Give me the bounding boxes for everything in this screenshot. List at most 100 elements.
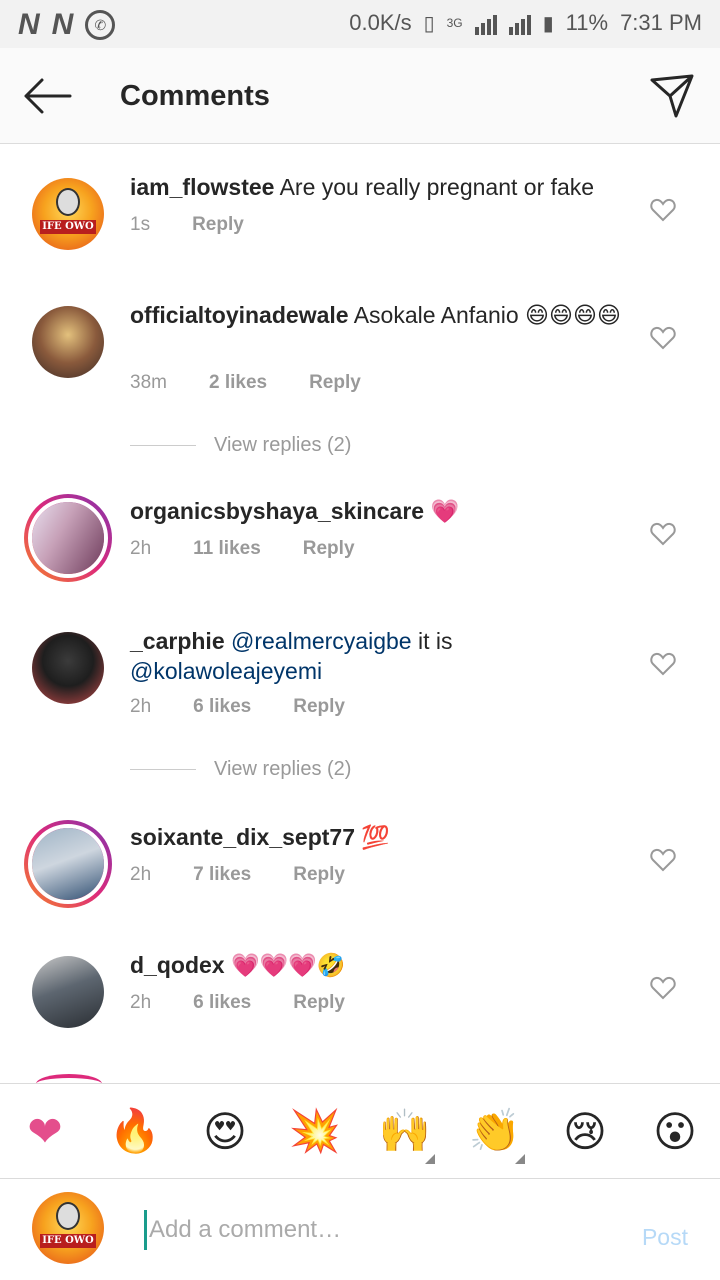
view-replies-label: View replies (2) — [214, 434, 352, 456]
comment-body: _carphie @realmercyaigbe it is @kolawole… — [130, 626, 630, 686]
comment-username[interactable]: officialtoyinadewale — [130, 302, 349, 328]
avatar-image: IFE OWO — [32, 1192, 104, 1264]
back-arrow-icon[interactable] — [22, 76, 72, 116]
comment-body: officialtoyinadewale Asokale Anfanio 😄😄😄… — [130, 300, 630, 330]
mention-link-2[interactable]: @kolawoleajeyemi — [130, 658, 322, 684]
comment-username[interactable]: iam_flowstee — [130, 174, 274, 200]
comment-text: 💯 — [361, 824, 391, 850]
comment-time: 2h — [130, 992, 152, 1013]
comment-time: 2h — [130, 864, 152, 885]
header: Comments — [0, 48, 720, 144]
comment-likes[interactable]: 7 likes — [193, 864, 251, 886]
avatar[interactable] — [32, 632, 104, 704]
comment-time: 1s — [130, 214, 151, 235]
comment-username[interactable]: d_qodex — [130, 952, 225, 978]
signal-icon — [474, 11, 497, 35]
my-avatar: IFE OWO — [32, 1192, 104, 1264]
comment-username[interactable]: _carphie — [130, 628, 225, 654]
avatar-image — [32, 956, 104, 1028]
like-heart-icon[interactable] — [650, 652, 676, 676]
like-heart-icon[interactable] — [650, 848, 676, 872]
fire-emoji-button[interactable]: 🔥 — [103, 1107, 167, 1156]
like-heart-icon[interactable] — [650, 326, 676, 350]
comment-meta: 38m 2 likes Reply — [130, 372, 403, 394]
avatar[interactable] — [32, 306, 104, 378]
clap-emoji: 👏 — [468, 1106, 522, 1154]
battery-percent: 11% — [565, 10, 609, 35]
reply-button[interactable]: Reply — [293, 992, 345, 1014]
whatsapp-icon: ✆ — [85, 10, 116, 40]
notification-n-icon-2: N — [51, 8, 74, 41]
notification-n-icon: N — [18, 8, 40, 41]
replies-divider — [130, 769, 196, 770]
quick-reaction-bar: ❤ 🔥 😍 💥 🙌 👏 😢 😮 — [0, 1083, 720, 1179]
comment-composer: IFE OWO Post — [0, 1180, 720, 1280]
avatar-story-ring[interactable] — [24, 820, 112, 908]
reply-button[interactable]: Reply — [293, 864, 345, 886]
comment-likes[interactable]: 6 likes — [193, 992, 251, 1014]
avatar-image — [32, 632, 104, 704]
comment-text: Are you really pregnant or fake — [279, 174, 595, 200]
view-replies-button[interactable]: View replies (2) — [130, 434, 351, 457]
comment-meta: 2h 11 likes Reply — [130, 538, 397, 560]
avatar-image — [32, 828, 104, 900]
like-heart-icon[interactable] — [650, 522, 676, 546]
page-title: Comments — [120, 80, 270, 112]
comment-time: 2h — [130, 538, 152, 559]
crying-emoji-button[interactable]: 😢 — [553, 1107, 617, 1156]
comment-time: 38m — [130, 372, 167, 393]
comment-time: 2h — [130, 696, 152, 717]
net-speed: 0.0K/s — [349, 10, 412, 35]
raised-hands-emoji-button[interactable]: 🙌 — [373, 1106, 437, 1164]
post-button[interactable]: Post — [642, 1224, 688, 1251]
comment-likes[interactable]: 6 likes — [193, 696, 251, 718]
battery-icon: ▮ — [542, 12, 554, 35]
like-heart-icon[interactable] — [650, 198, 676, 222]
comment-body: d_qodex 💗💗💗🤣 — [130, 950, 630, 980]
status-right: 0.0K/s ▯ 3G ▮ 11% 7:31 PM — [349, 10, 702, 36]
avatar[interactable]: IFE OWO — [32, 178, 104, 250]
heart-eyes-emoji-button[interactable]: 😍 — [193, 1107, 257, 1156]
reply-button[interactable]: Reply — [303, 538, 355, 560]
comment-body: soixante_dix_sept77 💯 — [130, 822, 630, 852]
comment-meta: 2h 7 likes Reply — [130, 864, 387, 886]
replies-divider — [130, 445, 196, 446]
comment-text: it is — [411, 628, 453, 654]
heart-emoji-button[interactable]: ❤ — [13, 1107, 77, 1156]
comment-likes[interactable]: 2 likes — [209, 372, 267, 394]
avatar-image: IFE OWO — [32, 178, 104, 250]
status-bar: N N ✆ 0.0K/s ▯ 3G ▮ 11% 7:31 PM — [0, 0, 720, 48]
comment-meta: 2h 6 likes Reply — [130, 992, 387, 1014]
vibrate-icon: ▯ — [423, 12, 435, 35]
reply-button[interactable]: Reply — [192, 214, 244, 236]
comment-username[interactable]: soixante_dix_sept77 — [130, 824, 355, 850]
network-type: 3G — [446, 16, 463, 30]
like-heart-icon[interactable] — [650, 976, 676, 1000]
signal-icon-2 — [508, 11, 531, 35]
comment-text: 💗💗💗🤣 — [230, 952, 346, 978]
mention-link[interactable]: @realmercyaigbe — [231, 628, 412, 654]
raised-hands-emoji: 🙌 — [378, 1106, 432, 1154]
avatar[interactable] — [32, 956, 104, 1028]
comment-input[interactable] — [144, 1210, 604, 1250]
avatar-image — [32, 502, 104, 574]
view-replies-button[interactable]: View replies (2) — [130, 758, 351, 781]
comment-body: iam_flowstee Are you really pregnant or … — [130, 172, 630, 202]
skin-tone-indicator — [425, 1153, 435, 1164]
comment-username[interactable]: organicsbyshaya_skincare — [130, 498, 424, 524]
skin-tone-indicator — [515, 1153, 525, 1164]
view-replies-label: View replies (2) — [214, 758, 352, 780]
comment-meta: 1s Reply — [130, 214, 286, 236]
reply-button[interactable]: Reply — [293, 696, 345, 718]
status-left: N N ✆ — [18, 8, 116, 42]
clock: 7:31 PM — [620, 10, 702, 35]
comment-likes[interactable]: 11 likes — [193, 538, 261, 560]
avatar-story-ring[interactable] — [24, 494, 112, 582]
reply-button[interactable]: Reply — [309, 372, 361, 394]
comment-body: organicsbyshaya_skincare 💗 — [130, 496, 630, 526]
clap-emoji-button[interactable]: 👏 — [463, 1106, 527, 1164]
collision-emoji-button[interactable]: 💥 — [283, 1107, 347, 1156]
direct-send-icon[interactable] — [648, 72, 696, 120]
comment-text: 💗 — [430, 498, 460, 524]
surprised-emoji-button[interactable]: 😮 — [643, 1107, 707, 1156]
